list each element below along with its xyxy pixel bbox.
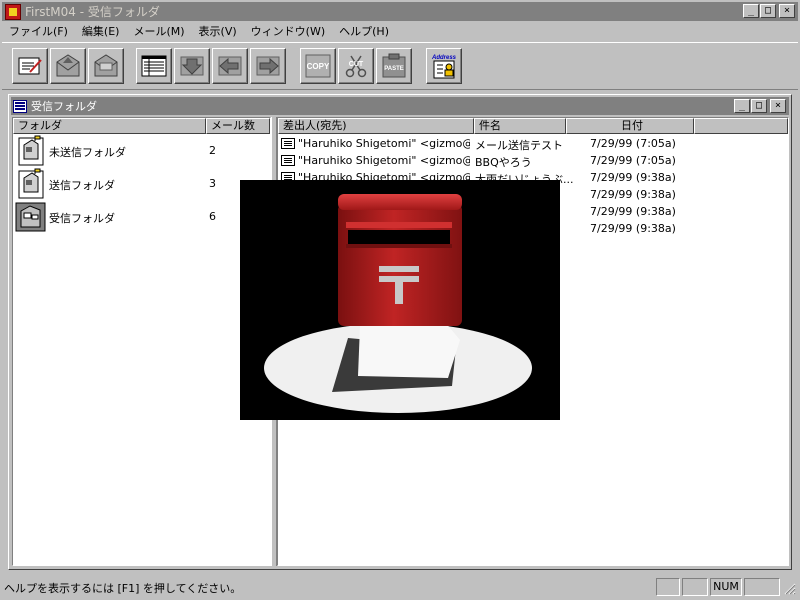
cut-button[interactable]: CUT (338, 48, 374, 84)
compose-button[interactable] (12, 48, 48, 84)
folder-count: 6 (209, 210, 216, 223)
folder-pane: フォルダ メール数 未送信フォルダ 2 送信フォルダ 3 受信フォルダ 6 (12, 117, 271, 566)
folder-item-sent[interactable]: 送信フォルダ 3 (13, 168, 270, 200)
cut-icon: CUT (345, 55, 367, 78)
forward-button[interactable] (250, 48, 286, 84)
list-window-icon[interactable] (13, 99, 27, 113)
close-button[interactable]: × (779, 4, 795, 18)
outbox-mailbox-icon (18, 135, 44, 166)
message-sender: "Haruhiko Shigetomi" <gizmo@t... (298, 137, 470, 150)
copy-icon: COPY (305, 54, 331, 78)
folder-count: 2 (209, 144, 216, 157)
message-subject: メール送信テスト (475, 139, 563, 152)
app-icon[interactable] (5, 3, 21, 20)
message-row[interactable]: "Haruhiko Shigetomi" <gizmo@t... BBQやろう … (278, 152, 788, 169)
folder-column-header[interactable]: フォルダ (13, 118, 206, 134)
maximize-button[interactable]: □ (760, 4, 776, 18)
menu-edit[interactable]: 編集(E) (75, 23, 127, 39)
svg-text:COPY: COPY (307, 62, 330, 71)
status-panel-caps (656, 578, 680, 596)
message-date: 7/29/99 (7:05a) (590, 154, 676, 167)
forward-icon (256, 56, 280, 76)
folder-name: 送信フォルダ (49, 179, 115, 192)
paste-icon: PASTE (382, 53, 406, 78)
message-sender: "Haruhiko Shigetomi" <gizmo@t... (298, 154, 470, 167)
reply-button[interactable] (212, 48, 248, 84)
message-subject: BBQやろう (475, 156, 532, 169)
copy-button[interactable]: COPY (300, 48, 336, 84)
address-book-icon: Address (431, 55, 457, 79)
minimize-button[interactable]: _ (743, 4, 759, 18)
folder-item-inbox[interactable]: 受信フォルダ 6 (13, 201, 270, 233)
inbox-caption-buttons: _ □ × (733, 99, 786, 113)
sender-column-header[interactable]: 差出人(宛先) (278, 118, 474, 134)
compose-icon (18, 57, 42, 75)
list-view-icon (141, 55, 167, 77)
svg-text:PASTE: PASTE (384, 66, 404, 72)
svg-text:Address: Address (431, 55, 457, 61)
inbox-close-button[interactable]: × (770, 99, 786, 113)
inbox-maximize-button[interactable]: □ (751, 99, 767, 113)
inbox-mailbox-icon (15, 202, 46, 232)
message-date: 7/29/99 (9:38a) (590, 188, 676, 201)
status-panel-extra (744, 578, 780, 596)
red-postbox-image (264, 194, 532, 413)
folder-name: 未送信フォルダ (49, 146, 126, 159)
window-titlebar[interactable]: FirstM04 - 受信フォルダ _ □ × (2, 2, 798, 21)
status-panel-scroll (682, 578, 708, 596)
message-date: 7/29/99 (9:38a) (590, 222, 676, 235)
message-date: 7/29/99 (9:38a) (590, 171, 676, 184)
menu-mail[interactable]: メール(M) (126, 23, 191, 39)
toolbar: COPY CUT PASTE Address (2, 42, 798, 90)
folder-name: 受信フォルダ (49, 212, 115, 225)
send-mail-icon (56, 54, 80, 77)
svg-text:CUT: CUT (349, 61, 364, 68)
address-book-button[interactable]: Address (426, 48, 462, 84)
folder-count: 3 (209, 177, 216, 190)
subject-column-header[interactable]: 件名 (474, 118, 566, 134)
reply-icon (218, 56, 242, 76)
sent-mailbox-icon (18, 168, 44, 199)
message-date: 7/29/99 (9:38a) (590, 205, 676, 218)
status-bar: ヘルプを表示するには [F1] を押してください。 NUM (2, 576, 798, 598)
splash-image (240, 180, 560, 420)
date-column-header[interactable]: 日付 (566, 118, 694, 134)
extra-column-header[interactable] (694, 118, 788, 134)
menu-view[interactable]: 表示(V) (192, 23, 244, 39)
message-icon (281, 155, 295, 166)
window-caption-buttons: _ □ × (742, 4, 795, 18)
menu-bar: ファイル(F) 編集(E) メール(M) 表示(V) ウィンドウ(W) ヘルプ(… (2, 21, 798, 41)
receive-mail-icon (94, 54, 118, 77)
status-panel-num: NUM (710, 578, 742, 596)
message-row[interactable]: "Haruhiko Shigetomi" <gizmo@t... メール送信テス… (278, 135, 788, 152)
count-column-header[interactable]: メール数 (206, 118, 270, 134)
download-button[interactable] (174, 48, 210, 84)
list-view-button[interactable] (136, 48, 172, 84)
message-date: 7/29/99 (7:05a) (590, 137, 676, 150)
resize-grip-icon[interactable] (783, 582, 796, 595)
menu-window[interactable]: ウィンドウ(W) (244, 23, 332, 39)
status-text: ヘルプを表示するには [F1] を押してください。 (4, 582, 242, 595)
window-title: FirstM04 - 受信フォルダ (25, 5, 160, 19)
menu-file[interactable]: ファイル(F) (2, 23, 75, 39)
send-mail-button[interactable] (50, 48, 86, 84)
paste-button[interactable]: PASTE (376, 48, 412, 84)
inbox-minimize-button[interactable]: _ (734, 99, 750, 113)
folder-item-outbox[interactable]: 未送信フォルダ 2 (13, 135, 270, 167)
menu-help[interactable]: ヘルプ(H) (332, 23, 396, 39)
message-icon (281, 138, 295, 149)
inbox-window-title: 受信フォルダ (31, 100, 97, 113)
inbox-window-titlebar[interactable]: 受信フォルダ _ □ × (11, 97, 789, 115)
receive-mail-button[interactable] (88, 48, 124, 84)
download-icon (180, 56, 204, 76)
